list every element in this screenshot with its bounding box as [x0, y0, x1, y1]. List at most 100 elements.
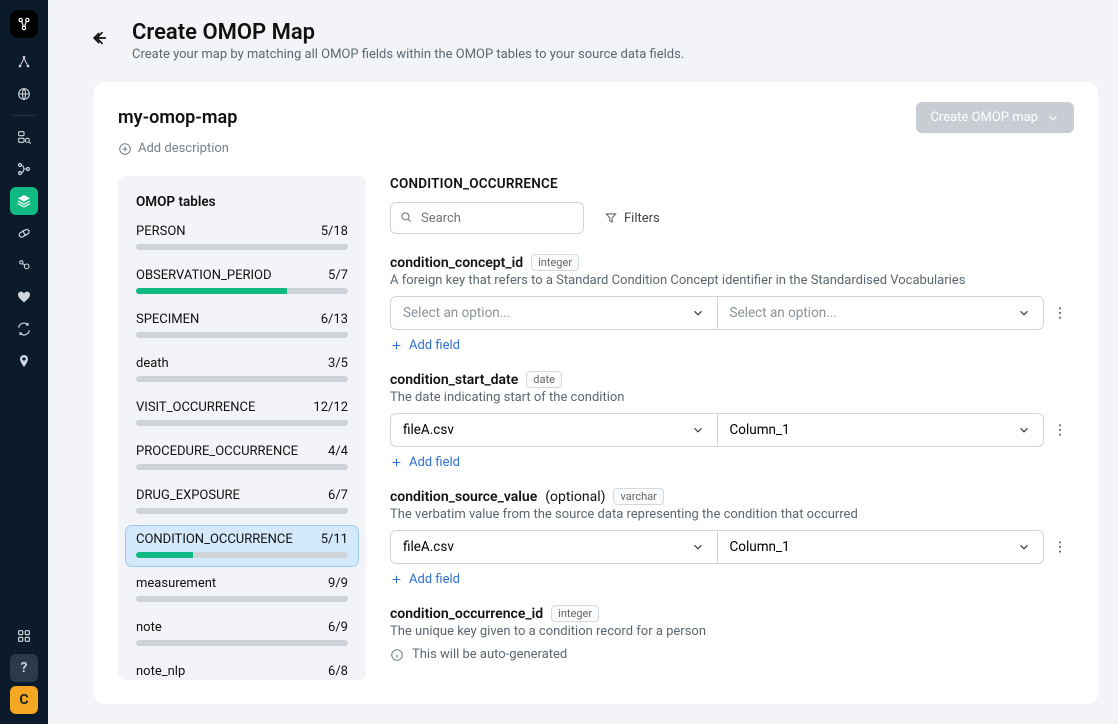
field-type-badge: varchar: [613, 488, 663, 505]
add-field-button[interactable]: Add field: [390, 455, 1070, 470]
avatar-letter: C: [19, 692, 28, 708]
omop-table-row[interactable]: PROCEDURE_OCCURRENCE 4/4: [126, 438, 358, 478]
add-field-button[interactable]: Add field: [390, 572, 1070, 587]
omop-field: condition_source_value(optional)varchar …: [390, 488, 1070, 587]
progress-bar: [136, 288, 348, 294]
user-avatar[interactable]: C: [10, 686, 38, 714]
chevron-down-icon: [1017, 423, 1031, 437]
nav-molecule-icon[interactable]: [10, 251, 38, 279]
field-description: A foreign key that refers to a Standard …: [390, 273, 1070, 288]
add-field-label: Add field: [409, 338, 460, 353]
omop-table-row[interactable]: PERSON 5/18: [126, 218, 358, 258]
omop-table-count: 6/7: [328, 488, 348, 503]
plus-icon: [390, 573, 403, 586]
omop-table-name: note: [136, 620, 162, 635]
more-vertical-icon: [1052, 539, 1068, 555]
progress-bar: [136, 420, 348, 426]
field-more-button[interactable]: [1050, 305, 1070, 321]
omop-table-count: 12/12: [313, 400, 348, 415]
app-rail: ? C: [0, 0, 48, 724]
select-placeholder: Select an option...: [403, 305, 510, 321]
back-button[interactable]: [88, 26, 112, 50]
nav-search-data-icon[interactable]: [10, 123, 38, 151]
create-map-button[interactable]: Create OMOP map: [916, 102, 1074, 133]
omop-table-name: death: [136, 356, 169, 371]
app-logo[interactable]: [10, 10, 38, 38]
page-title: Create OMOP Map: [132, 20, 684, 45]
field-name: condition_occurrence_id: [390, 606, 543, 622]
omop-table-name: note_nlp: [136, 664, 185, 679]
plus-icon: [390, 339, 403, 352]
omop-table-row[interactable]: SPECIMEN 6/13: [126, 306, 358, 346]
nav-layers-icon[interactable]: [10, 187, 38, 215]
field-name: condition_start_date: [390, 372, 518, 388]
omop-table-name: SPECIMEN: [136, 312, 199, 327]
omop-table-row[interactable]: VISIT_OCCURRENCE 12/12: [126, 394, 358, 434]
progress-bar: [136, 332, 348, 338]
field-description: The date indicating start of the conditi…: [390, 390, 1070, 405]
info-icon: [390, 648, 404, 662]
source-file-select[interactable]: fileA.csv: [390, 413, 718, 447]
omop-table-row[interactable]: death 3/5: [126, 350, 358, 390]
nav-branch-icon[interactable]: [10, 155, 38, 183]
omop-table-name: PERSON: [136, 224, 186, 239]
omop-table-row[interactable]: note 6/9: [126, 614, 358, 654]
chevron-down-icon: [691, 306, 705, 320]
add-description-label: Add description: [138, 141, 229, 156]
page-header: Create OMOP Map Create your map by match…: [48, 0, 1118, 72]
nav-help-icon[interactable]: ?: [10, 654, 38, 682]
omop-table-row[interactable]: note_nlp 6/8: [126, 658, 358, 680]
omop-table-row[interactable]: measurement 9/9: [126, 570, 358, 610]
omop-table-name: measurement: [136, 576, 216, 591]
chevron-down-icon: [1017, 306, 1031, 320]
field-search: [390, 202, 584, 234]
omop-table-row[interactable]: CONDITION_OCCURRENCE 5/11: [126, 526, 358, 566]
omop-field: condition_occurrence_idinteger The uniqu…: [390, 605, 1070, 662]
omop-field: condition_start_datedate The date indica…: [390, 371, 1070, 470]
omop-table-count: 6/9: [328, 620, 348, 635]
filters-label: Filters: [624, 211, 660, 226]
progress-bar: [136, 376, 348, 382]
field-name: condition_source_value: [390, 489, 537, 505]
omop-table-count: 3/5: [328, 356, 348, 371]
omop-table-row[interactable]: DRUG_EXPOSURE 6/7: [126, 482, 358, 522]
progress-bar: [136, 244, 348, 250]
select-value: fileA.csv: [403, 422, 454, 438]
progress-bar: [136, 596, 348, 602]
omop-table-row[interactable]: OBSERVATION_PERIOD 5/7: [126, 262, 358, 302]
field-search-input[interactable]: [390, 202, 584, 234]
field-name: condition_concept_id: [390, 255, 523, 271]
autogen-note: This will be auto-generated: [390, 647, 1070, 662]
field-type-badge: integer: [531, 254, 579, 271]
progress-bar: [136, 508, 348, 514]
source-column-select[interactable]: Column_1: [718, 530, 1045, 564]
source-file-select[interactable]: fileA.csv: [390, 530, 718, 564]
filters-button[interactable]: Filters: [604, 211, 660, 226]
select-value: Column_1: [730, 422, 790, 438]
chevron-down-icon: [1046, 111, 1060, 125]
omop-table-count: 6/13: [321, 312, 348, 327]
nav-pill-icon[interactable]: [10, 219, 38, 247]
omop-table-count: 5/11: [321, 532, 348, 547]
field-more-button[interactable]: [1050, 422, 1070, 438]
nav-heart-icon[interactable]: [10, 283, 38, 311]
nav-sync-icon[interactable]: [10, 315, 38, 343]
nav-globe-icon[interactable]: [10, 80, 38, 108]
map-card: my-omop-map Create OMOP map Add descript…: [94, 82, 1098, 704]
progress-bar: [136, 552, 348, 558]
source-column-select[interactable]: Select an option...: [718, 296, 1045, 330]
add-description-button[interactable]: Add description: [94, 139, 1098, 166]
more-vertical-icon: [1052, 305, 1068, 321]
table-detail-panel: CONDITION_OCCURRENCE Filters condition_c…: [390, 176, 1074, 680]
detail-heading: CONDITION_OCCURRENCE: [390, 176, 1070, 192]
plus-circle-icon: [118, 142, 132, 156]
nav-pin-icon[interactable]: [10, 347, 38, 375]
chevron-down-icon: [691, 540, 705, 554]
add-field-button[interactable]: Add field: [390, 338, 1070, 353]
omop-table-count: 4/4: [328, 444, 348, 459]
field-more-button[interactable]: [1050, 539, 1070, 555]
source-column-select[interactable]: Column_1: [718, 413, 1045, 447]
source-file-select[interactable]: Select an option...: [390, 296, 718, 330]
nav-apps-icon[interactable]: [10, 622, 38, 650]
nav-nodes-icon[interactable]: [10, 48, 38, 76]
